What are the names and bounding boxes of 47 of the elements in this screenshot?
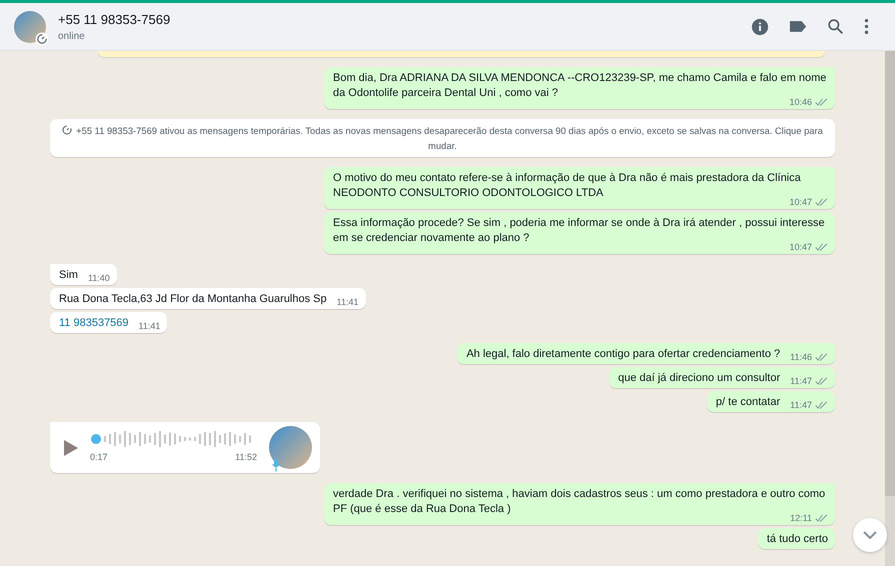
- double-check-icon: [815, 198, 828, 206]
- search-icon[interactable]: [827, 18, 844, 35]
- contact-status: online: [58, 30, 86, 42]
- menu-icon[interactable]: [864, 18, 869, 35]
- message-text: que daí já direciono um consultor: [618, 371, 780, 386]
- message-time: 10:46: [789, 96, 812, 108]
- double-check-icon: [815, 377, 828, 385]
- message-time: 12:11: [790, 512, 812, 524]
- double-check-icon: [815, 98, 828, 106]
- double-check-icon: [815, 401, 828, 409]
- contact-avatar[interactable]: [14, 10, 46, 42]
- message-time: 11:47: [790, 399, 812, 411]
- message-time: 11:40: [88, 272, 110, 284]
- message-time: 11:47: [790, 375, 812, 387]
- timer-icon: [35, 32, 49, 46]
- message-text: verdade Dra . verifiquei no sistema , haviam dois cadastros seus : um como prestadora e outro como PF (que é esse da Rua Dona Tecla ): [333, 487, 826, 515]
- message-time: 10:47: [789, 241, 812, 253]
- contact-name: +55 11 98353-7569: [58, 12, 172, 26]
- message-text: tá tudo certo: [766, 532, 828, 547]
- message-text: p/ te contatar: [716, 395, 780, 410]
- double-check-icon: [815, 243, 828, 251]
- message-text: Ah legal, falo diretamente contigo para ofertar credenciamento ?: [466, 347, 780, 362]
- system-text: +55 11 98353-7569 ativou as mensagens temporárias. Todas as novas mensagens desaparecerão desta conversa 90 dias após o envio, exceto se salvas na conversa. Clique para mudar.: [76, 125, 823, 151]
- phone-link[interactable]: 11 983537569: [59, 316, 129, 331]
- message-text: Bom dia, Dra ADRIANA DA SILVA MENDONCA --CRO123239-SP, me chamo Camila e falo em nome da Odontolife parceira Dental Uni , como vai ?: [333, 71, 828, 99]
- label-icon[interactable]: [789, 20, 807, 33]
- message-time: 11:52: [235, 451, 257, 464]
- scrollbar-thumb[interactable]: [885, 51, 895, 496]
- system-message[interactable]: +55 11 98353-7569 ativou as mensagens temporárias. Todas as novas mensagens desaparecerão desta conversa 90 dias após o envio, exceto se salvas na conversa. Clique para mudar.: [50, 119, 835, 157]
- message-text: O motivo do meu contato refere-se à informação de que à Dra não é mais prestadora da Clínica NEODONTO CONSULTORIO ODONTOLOGICO LTDA: [333, 171, 801, 199]
- audio-duration: 0:17: [90, 451, 108, 464]
- timer-icon: [62, 125, 72, 135]
- microphone-icon: [272, 458, 280, 472]
- double-check-icon: [815, 514, 828, 522]
- play-icon[interactable]: [64, 440, 78, 456]
- scroll-down-button[interactable]: [853, 518, 887, 552]
- message-time: 11:41: [138, 320, 160, 332]
- chevron-down-icon: [863, 531, 877, 539]
- message-time: 11:41: [336, 296, 358, 308]
- message-time: 11:46: [790, 351, 812, 363]
- message-text: Essa informação procede? Se sim , poderia me informar se onde à Dra irá atender , possui interesse em se credenciar novamente ao plano ?: [333, 216, 826, 244]
- message-text: Sim: [59, 268, 78, 283]
- message-time: 10:47: [789, 196, 812, 208]
- info-icon[interactable]: [751, 18, 769, 36]
- message-text: Rua Dona Tecla,63 Jd Flor da Montanha Guarulhos Sp: [59, 292, 327, 307]
- audio-thumb[interactable]: [91, 434, 102, 444]
- double-check-icon: [815, 353, 828, 361]
